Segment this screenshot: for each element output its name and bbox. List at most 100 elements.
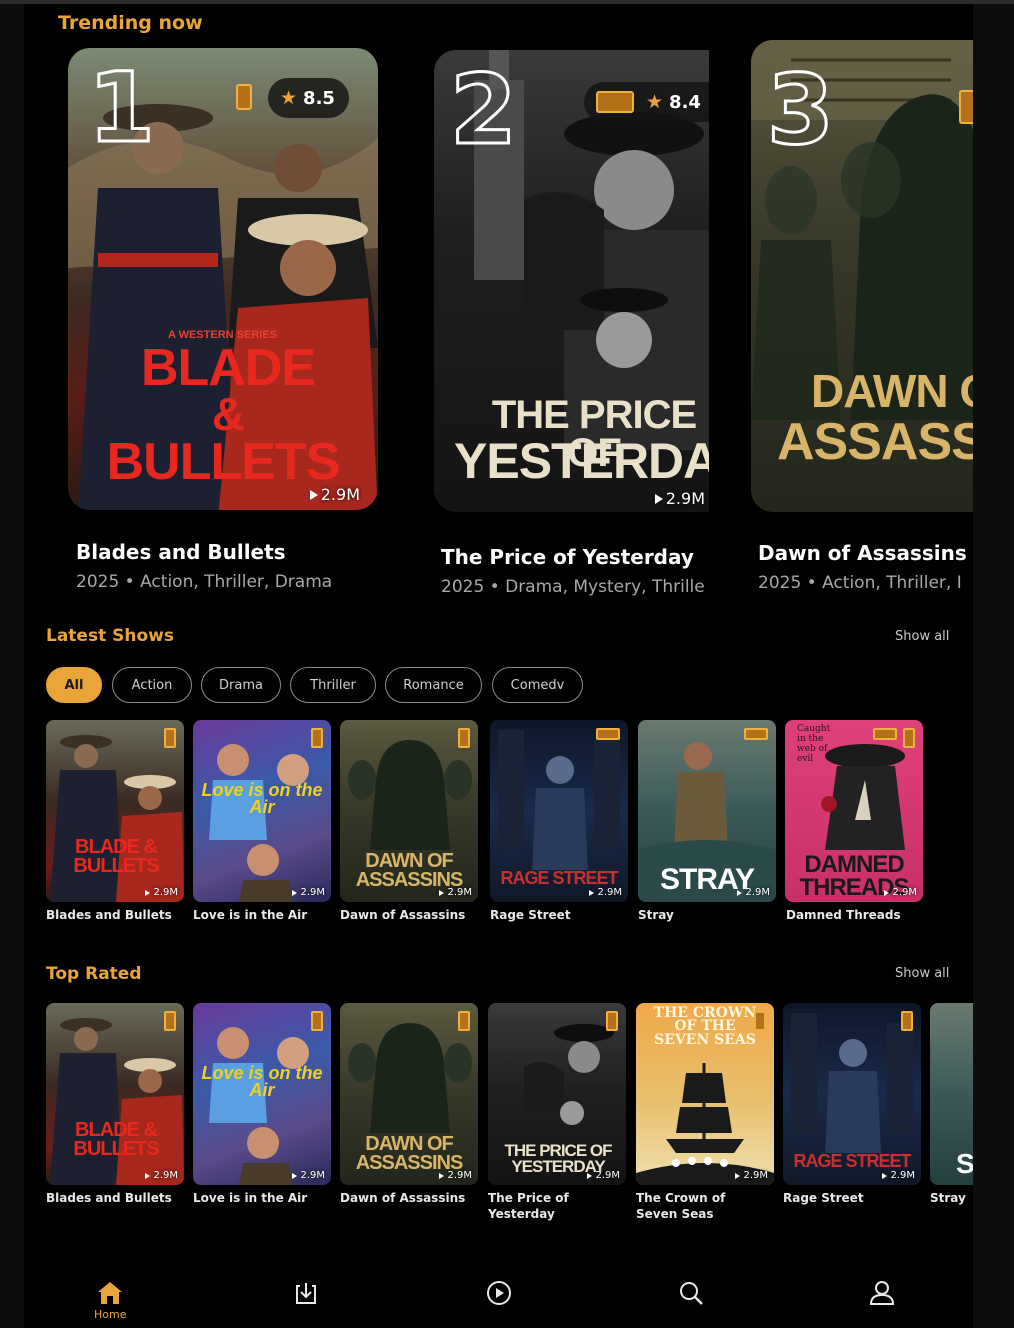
top-thumb-name: The Price of Yesterday (488, 1191, 569, 1221)
latest-thumb-stray[interactable]: STRAY 2.9M (638, 720, 776, 902)
nav-home-label: Home (94, 1308, 127, 1321)
chip-all[interactable]: All (46, 667, 102, 703)
nav-watch[interactable] (486, 1280, 512, 1306)
view-count: 2.9M (735, 1170, 768, 1181)
latest-thumb-damned-threads[interactable]: Caught in the web of evil DAMNED THREADS… (785, 720, 923, 902)
chip-action[interactable]: Action (112, 667, 192, 703)
trending-meta: 2025 • Drama, Mystery, Thrille (441, 577, 705, 597)
profile-icon (869, 1281, 895, 1305)
coin-icon (236, 84, 252, 110)
view-count: 2.9M (309, 485, 360, 504)
play-count-icon (882, 1172, 888, 1179)
play-count-icon (439, 1172, 445, 1179)
play-count-icon (439, 889, 445, 896)
view-count: 2.9M (145, 887, 178, 898)
coin-icon (458, 1011, 470, 1031)
nav-search[interactable] (678, 1280, 704, 1306)
latest-thumb-name: Damned Threads (786, 908, 901, 922)
top-thumb-name: The Crown of Seven Seas (636, 1191, 726, 1221)
latest-thumb-rage-street[interactable]: RAGE STREET 2.9M (490, 720, 628, 902)
view-count-value: 2.9M (153, 887, 178, 898)
play-count-icon (145, 1172, 151, 1179)
app-screen: Trending now A WESTERN SERIES BLADE & BU… (24, 4, 973, 1328)
view-count: 2.9M (589, 887, 622, 898)
coin-icon (903, 728, 915, 748)
download-icon (296, 1283, 316, 1304)
thumb-poster-text: RAGE STREET (500, 868, 618, 888)
trending-card-price-of-yesterday[interactable]: THE PRICE OF YESTERDAY 2 ★ 8.4 2.9M (434, 50, 709, 512)
nav-home[interactable]: Home (94, 1280, 126, 1321)
latest-thumb-blades-and-bullets[interactable]: BLADE & BULLETS 2.9M (46, 720, 184, 902)
trending-name[interactable]: Blades and Bullets (76, 540, 286, 564)
home-icon (98, 1282, 123, 1304)
coin-icon (164, 728, 176, 748)
coin-icon (311, 1011, 323, 1031)
poster-title-line2: ASSASSI (777, 413, 973, 471)
play-count-icon (884, 889, 890, 896)
view-count-value: 2.9M (892, 887, 917, 898)
poster-title-line1: DAWN OF (811, 365, 973, 417)
view-count: 2.9M (292, 887, 325, 898)
coin-icon (606, 1011, 618, 1031)
coin-icon (873, 728, 897, 740)
coin-icon (754, 1011, 766, 1031)
poster-title-line3: BULLETS (106, 433, 341, 491)
top-thumb-love-is-in-the-air[interactable]: Love is on the Air 2.9M (193, 1003, 331, 1185)
coin-icon (596, 728, 620, 740)
top-thumb-stray[interactable]: S (930, 1003, 973, 1185)
rating-badge: ★ 8.4 (584, 82, 709, 122)
top-thumb-rage-street[interactable]: RAGE STREET 2.9M (783, 1003, 921, 1185)
view-count: 2.9M (884, 887, 917, 898)
view-count-value: 2.9M (665, 489, 705, 508)
latest-thumb-name: Dawn of Assassins (340, 908, 466, 922)
thumb-poster-text: DAWN OF ASSASSINS (355, 1133, 464, 1174)
coin-icon (311, 728, 323, 748)
view-count-value: 2.9M (447, 1170, 472, 1181)
play-count-icon (735, 1172, 741, 1179)
latest-thumb-name: Rage Street (490, 908, 571, 922)
latest-thumb-name: Stray (638, 908, 674, 922)
view-count-value: 2.9M (595, 1170, 620, 1181)
trending-meta: 2025 • Action, Thriller, I (758, 573, 962, 593)
view-count: 2.9M (882, 1170, 915, 1181)
trending-card-blades-and-bullets[interactable]: A WESTERN SERIES BLADE & BULLETS 1 ★ 8.5… (68, 48, 378, 510)
thumb-tagline: Caught in the web of evil (797, 724, 831, 764)
latest-thumb-love-is-in-the-air[interactable]: Love is on the Air 2.9M (193, 720, 331, 902)
thumb-poster-text: THE CROWN OF THE SEVEN SEAS (653, 1005, 757, 1048)
play-count-icon (292, 1172, 298, 1179)
latest-thumb-name: Love is in the Air (193, 908, 308, 922)
top-thumb-dawn-of-assassins[interactable]: DAWN OF ASSASSINS 2.9M (340, 1003, 478, 1185)
play-count-icon (589, 889, 595, 896)
chip-thriller[interactable]: Thriller (290, 667, 376, 703)
top-thumb-price-of-yesterday[interactable]: THE PRICE OF YESTERDAY 2.9M (488, 1003, 626, 1185)
top-rated-title: Top Rated (46, 964, 142, 984)
coin-icon (596, 91, 634, 113)
thumb-poster-text: S (956, 1148, 973, 1179)
chip-comedy[interactable]: Comedv (492, 667, 583, 703)
latest-show-all-link[interactable]: Show all (895, 629, 949, 644)
play-count-icon (587, 1172, 593, 1179)
top-thumb-crown-of-seven-seas[interactable]: THE CROWN OF THE SEVEN SEAS 2.9M (636, 1003, 774, 1185)
view-count-value: 2.9M (153, 1170, 178, 1181)
top-thumb-name: Rage Street (783, 1191, 864, 1205)
top-thumb-name: Blades and Bullets (46, 1191, 172, 1205)
top-thumb-blades-and-bullets[interactable]: BLADE & BULLETS 2.9M (46, 1003, 184, 1185)
view-count-value: 2.9M (890, 1170, 915, 1181)
chip-drama[interactable]: Drama (201, 667, 281, 703)
latest-thumb-dawn-of-assassins[interactable]: DAWN OF ASSASSINS 2.9M (340, 720, 478, 902)
trending-card-dawn-of-assassins[interactable]: DAWN OF ASSASSI 3 (751, 40, 973, 512)
left-bezel (0, 4, 24, 1328)
trending-name[interactable]: The Price of Yesterday (441, 545, 694, 569)
thumb-poster-text: DAWN OF ASSASSINS (355, 850, 464, 891)
nav-downloads[interactable] (294, 1280, 318, 1306)
chip-romance[interactable]: Romance (385, 667, 482, 703)
rank-number: 2 (449, 54, 519, 166)
top-thumb-name: Love is in the Air (193, 1191, 308, 1205)
top-rated-show-all-link[interactable]: Show all (895, 966, 949, 981)
thumb-poster-text: Love is on the Air (201, 1063, 323, 1101)
rating-value: 8.5 (303, 87, 335, 109)
nav-profile[interactable] (869, 1280, 895, 1306)
trending-name[interactable]: Dawn of Assassins (758, 541, 967, 565)
view-count-value: 2.9M (597, 887, 622, 898)
rating-value: 8.4 (669, 91, 701, 113)
